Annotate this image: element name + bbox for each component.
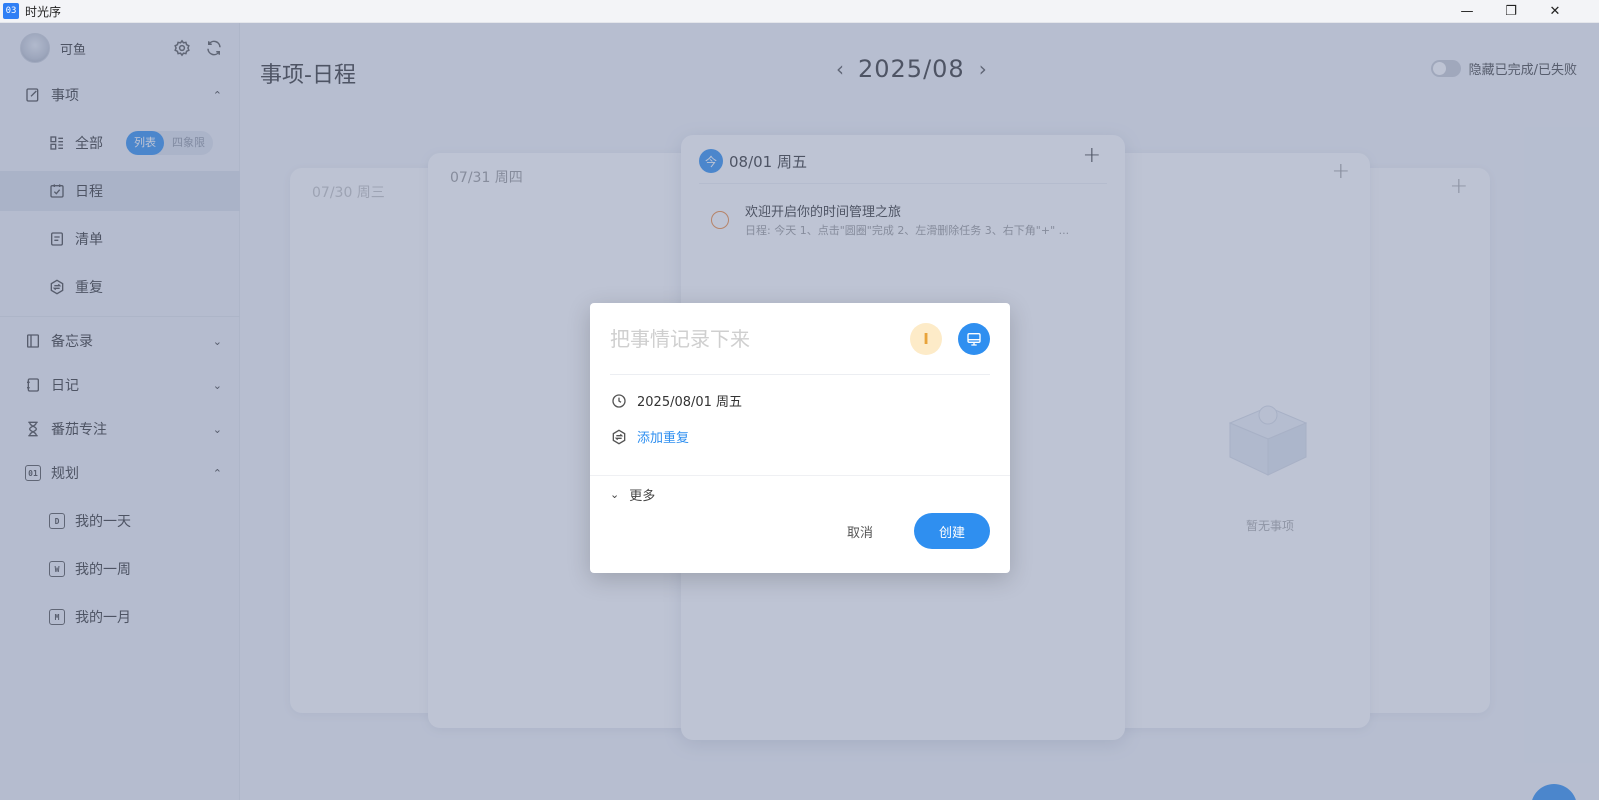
task-type-monitor-icon[interactable] — [958, 323, 990, 355]
restore-button[interactable]: ❐ — [1489, 0, 1533, 23]
repeat-icon — [610, 428, 628, 446]
create-button[interactable]: 创建 — [914, 513, 990, 549]
input-underline — [610, 374, 990, 375]
minimize-button[interactable]: — — [1445, 0, 1489, 23]
title-bar: 03 时光序 — ❐ ✕ — [0, 0, 1599, 23]
priority-icon-button[interactable]: I — [910, 323, 942, 355]
more-label: 更多 — [629, 489, 656, 504]
new-task-dialog: I 2025/08/01 周五 添加重复 ⌄ 更多 取消 创建 — [590, 303, 1010, 573]
chevron-down-icon: ⌄ — [610, 488, 620, 501]
close-button[interactable]: ✕ — [1533, 0, 1577, 23]
dialog-divider — [590, 475, 1010, 476]
task-title-input[interactable] — [610, 321, 910, 357]
clock-icon — [610, 392, 628, 410]
repeat-row[interactable]: 添加重复 — [610, 427, 689, 446]
app-logo-icon: 03 — [3, 3, 19, 19]
date-row[interactable]: 2025/08/01 周五 — [610, 391, 742, 410]
window-title: 时光序 — [25, 4, 62, 19]
more-options-toggle[interactable]: ⌄ 更多 — [610, 485, 655, 504]
add-repeat-link[interactable]: 添加重复 — [637, 427, 689, 446]
date-value[interactable]: 2025/08/01 周五 — [637, 391, 742, 410]
cancel-button[interactable]: 取消 — [830, 513, 890, 549]
